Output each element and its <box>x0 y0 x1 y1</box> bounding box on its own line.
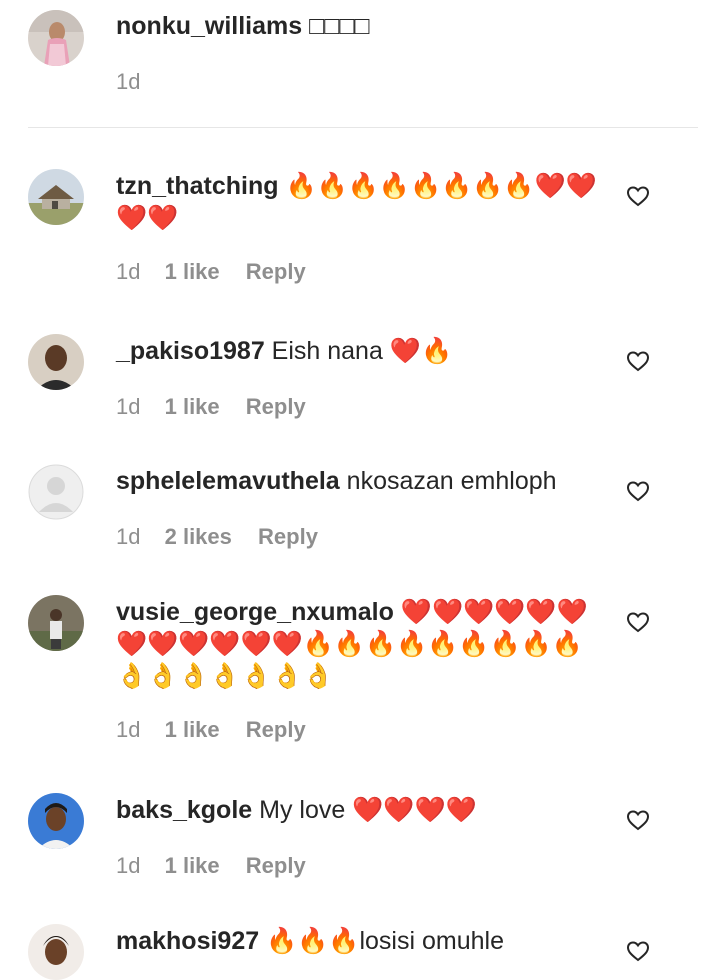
comment-body: tzn_thatching 🔥🔥🔥🔥🔥🔥🔥🔥❤️❤️❤️❤️ 1d 1 like… <box>116 170 606 286</box>
avatar[interactable] <box>28 793 84 849</box>
comment-text: vusie_george_nxumalo ❤️❤️❤️❤️❤️❤️❤️❤️❤️❤… <box>116 596 606 692</box>
comment-body: makhosi927 🔥🔥🔥losisi omuhle <box>116 925 606 957</box>
comment-body: sphelelemavuthela nkosazan emhloph 1d 2 … <box>116 465 606 551</box>
comment-time: 1d <box>116 853 141 878</box>
comment-time: 1d <box>116 717 141 742</box>
avatar[interactable] <box>28 169 84 225</box>
comment-meta: 1d 1 like Reply <box>116 258 606 286</box>
reply-button[interactable]: Reply <box>246 717 306 742</box>
avatar[interactable] <box>28 595 84 651</box>
comment-text: tzn_thatching 🔥🔥🔥🔥🔥🔥🔥🔥❤️❤️❤️❤️ <box>116 170 606 234</box>
comment-username[interactable]: nonku_williams <box>116 12 302 40</box>
comment-username[interactable]: _pakiso1987 <box>116 337 265 365</box>
comment-time: 1d <box>116 524 141 549</box>
comment-text: makhosi927 🔥🔥🔥losisi omuhle <box>116 925 606 957</box>
avatar[interactable] <box>28 334 84 390</box>
comment-message: nkosazan emhloph <box>346 467 557 495</box>
comment-meta: 1d <box>116 68 606 96</box>
comment-message: 🔥🔥🔥losisi omuhle <box>266 927 504 955</box>
heart-icon[interactable] <box>626 808 650 832</box>
comment-meta: 1d 1 like Reply <box>116 852 606 880</box>
comment-meta: 1d 1 like Reply <box>116 716 606 744</box>
comment-like-count[interactable]: 1 like <box>165 717 220 742</box>
comment-like-count[interactable]: 1 like <box>165 259 220 284</box>
heart-icon[interactable] <box>626 349 650 373</box>
comment-body: baks_kgole My love ❤️❤️❤️❤️ 1d 1 like Re… <box>116 794 606 880</box>
comment-like-count[interactable]: 1 like <box>165 394 220 419</box>
comment-message: My love ❤️❤️❤️❤️ <box>259 796 477 824</box>
comment-text: sphelelemavuthela nkosazan emhloph <box>116 465 606 497</box>
comment-meta: 1d 2 likes Reply <box>116 523 606 551</box>
comment-body: _pakiso1987 Eish nana ❤️🔥 1d 1 like Repl… <box>116 335 606 421</box>
comment-body: nonku_williams □□□□ 1d <box>116 10 606 96</box>
avatar[interactable] <box>28 464 84 520</box>
comment-username[interactable]: baks_kgole <box>116 796 252 824</box>
comment-text: baks_kgole My love ❤️❤️❤️❤️ <box>116 794 606 826</box>
comment-text: nonku_williams □□□□ <box>116 10 606 42</box>
heart-icon[interactable] <box>626 184 650 208</box>
reply-button[interactable]: Reply <box>246 394 306 419</box>
reply-button[interactable]: Reply <box>246 259 306 284</box>
comment-time: 1d <box>116 69 141 94</box>
comment-username[interactable]: vusie_george_nxumalo <box>116 598 394 626</box>
comment-username[interactable]: makhosi927 <box>116 927 259 955</box>
comment-time: 1d <box>116 259 141 284</box>
comment-username[interactable]: sphelelemavuthela <box>116 467 340 495</box>
comment-body: vusie_george_nxumalo ❤️❤️❤️❤️❤️❤️❤️❤️❤️❤… <box>116 596 606 744</box>
avatar[interactable] <box>28 10 84 66</box>
comment-message: □□□□ <box>309 12 370 40</box>
heart-icon[interactable] <box>626 610 650 634</box>
comment-message: Eish nana ❤️🔥 <box>271 337 453 365</box>
avatar[interactable] <box>28 924 84 980</box>
comment-meta: 1d 1 like Reply <box>116 393 606 421</box>
comment-username[interactable]: tzn_thatching <box>116 172 279 200</box>
heart-icon[interactable] <box>626 939 650 963</box>
divider <box>28 127 698 128</box>
comment-text: _pakiso1987 Eish nana ❤️🔥 <box>116 335 606 367</box>
comment-like-count[interactable]: 2 likes <box>165 524 232 549</box>
comment-like-count[interactable]: 1 like <box>165 853 220 878</box>
heart-icon[interactable] <box>626 479 650 503</box>
comment-time: 1d <box>116 394 141 419</box>
reply-button[interactable]: Reply <box>258 524 318 549</box>
reply-button[interactable]: Reply <box>246 853 306 878</box>
